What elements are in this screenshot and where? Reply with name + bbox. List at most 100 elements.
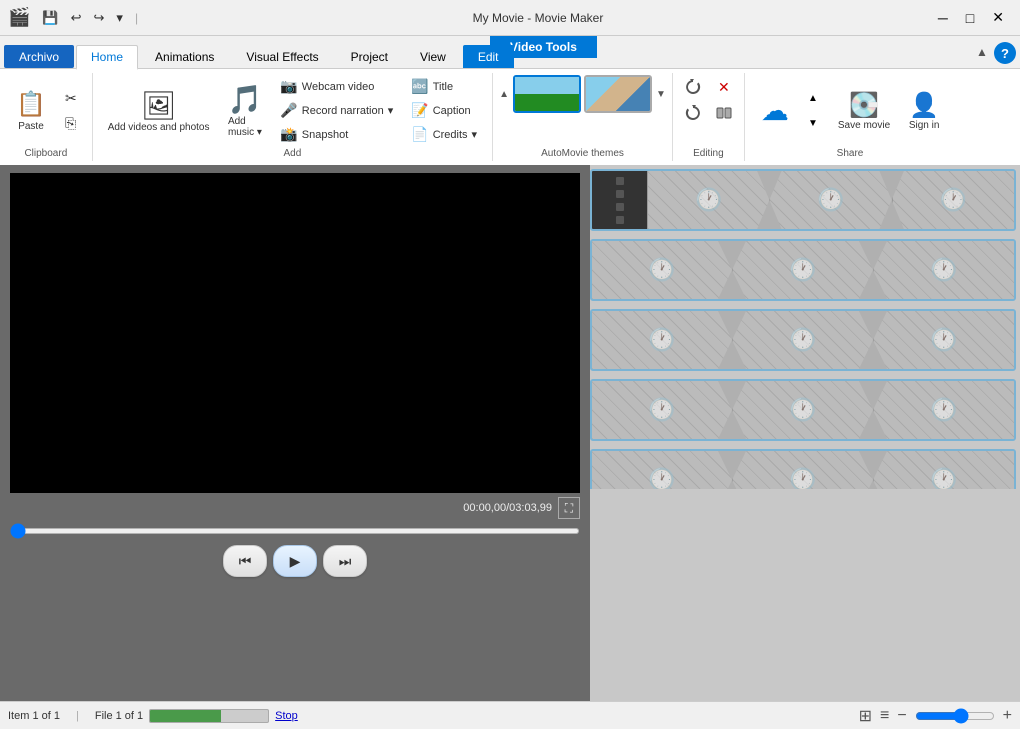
title-bar: 🎬 💾 ↩ ↪ ▾ | My Movie - Movie Maker ─ □ ✕ [0,0,1020,36]
tab-home[interactable]: Home [76,45,138,70]
tab-view[interactable]: View [405,45,461,68]
clipboard-label: Clipboard [24,148,67,159]
status-icon-2[interactable]: ≡ [880,707,889,725]
tab-edit[interactable]: Edit [463,45,514,68]
ribbon-content: 📋 Paste ✂ ⎘ Clipboard 🖼 Add [0,68,1020,165]
clock-icon: 🕐 [940,187,967,213]
clock-icon: 🕐 [648,397,675,423]
record-narration-button[interactable]: 🎤 Record narration ▾ [273,99,400,122]
sign-in-button[interactable]: 👤 Sign in [901,87,947,135]
share-label: Share [837,148,864,159]
ribbon-group-share: ☁ ▲ ▼ 💽 Save movie [745,73,955,161]
add-label: Add [284,148,302,159]
snapshot-button[interactable]: 📸 Snapshot [273,123,400,146]
clock-icon: 🕐 [648,327,675,353]
clock-icon: 🕐 [817,187,844,213]
record-narration-arrow: ▾ [388,104,394,117]
themes-scroll-up[interactable]: ▲ [497,87,511,102]
tab-animations[interactable]: Animations [140,45,229,68]
paste-button[interactable]: 📋 Paste [8,86,54,136]
close-button[interactable]: ✕ [984,7,1012,28]
clock-icon: 🕐 [789,327,816,353]
tab-archivo[interactable]: Archivo [4,45,74,68]
redo-qat-button[interactable]: ↪ [90,8,109,28]
playback-controls: ⏮ ▶ ⏭ [223,545,367,577]
add-music-icon: 🎵 [227,83,262,116]
status-icon-1[interactable]: ⊞ [859,706,872,726]
film-frame: 🕐 [592,451,732,489]
film-strip-5: 🕐 🕐 🕐 [590,449,1016,489]
timeline-panel: 🕐 🕐 🕐 🕐 🕐 [590,165,1020,701]
share-scroll-down[interactable]: ▼ [799,111,827,135]
stop-button[interactable]: Stop [275,710,298,722]
film-frame: 🕐 [769,171,891,229]
minimize-button[interactable]: ─ [930,7,956,28]
prev-frame-button[interactable]: ⏮ [223,545,267,577]
app-logo-icon: 🎬 [8,7,30,28]
window-title: My Movie - Movie Maker [146,11,930,25]
theme-thumb-beach[interactable] [584,75,652,113]
credits-arrow: ▾ [472,128,478,141]
expand-preview-button[interactable]: ⛶ [558,497,580,519]
item-info: Item 1 of 1 [8,710,60,722]
rotate-right-button[interactable] [679,101,707,125]
caption-button[interactable]: 📝 Caption [404,99,484,122]
save-qat-button[interactable]: 💾 [38,8,62,28]
film-strip-2: 🕐 🕐 🕐 [590,239,1016,301]
ribbon-nav-up[interactable]: ▲ [972,42,992,62]
quick-access-toolbar: 💾 ↩ ↪ ▾ | [38,8,138,28]
sign-in-icon: 👤 [909,91,939,120]
help-button[interactable]: ? [994,42,1016,64]
theme-thumb-sky[interactable] [513,75,581,113]
file-info: File 1 of 1 [95,710,143,722]
save-to-cloud-button[interactable]: ☁ [753,90,797,131]
rotate-left-button[interactable] [679,75,707,99]
tab-project[interactable]: Project [336,45,403,68]
undo-qat-button[interactable]: ↩ [67,8,86,28]
film-frame: 🕐 [592,311,732,369]
seek-slider[interactable] [10,528,580,534]
film-hole [616,190,624,198]
zoom-out-button[interactable]: − [897,707,906,725]
film-frame: 🕐 [592,241,732,299]
progress-bar-fill [150,710,221,722]
clock-icon: 🕐 [789,467,816,489]
film-hole [616,216,624,224]
share-scroll-up[interactable]: ▲ [799,86,827,110]
webcam-video-button[interactable]: 📷 Webcam video [273,75,400,98]
caption-icon: 📝 [411,102,428,119]
split-button[interactable] [710,101,738,125]
clock-icon: 🕐 [789,397,816,423]
themes-scroll-down[interactable]: ▼ [654,87,668,102]
timeline-scroll[interactable]: 🕐 🕐 🕐 🕐 🕐 [590,165,1020,701]
preview-time: 00:00,00/03:03,99 ⛶ [10,497,580,519]
remove-button[interactable]: ✕ [710,75,738,99]
maximize-button[interactable]: □ [958,7,982,28]
cut-icon: ✂ [65,90,77,107]
zoom-in-button[interactable]: + [1003,707,1012,725]
add-music-button[interactable]: 🎵 Addmusic ▾ [220,79,269,142]
credits-icon: 📄 [411,126,428,143]
video-preview [10,173,580,493]
snapshot-icon: 📸 [280,126,297,143]
film-frame: 🕐 [873,241,1014,299]
main-area: 00:00,00/03:03,99 ⛶ ⏮ ▶ ⏭ [0,165,1020,701]
ribbon-group-editing: ✕ E [673,73,745,161]
next-frame-button[interactable]: ⏭ [323,545,367,577]
cut-button[interactable]: ✂ [58,87,84,110]
add-videos-button[interactable]: 🖼 Add videos and photos [101,85,217,137]
copy-button[interactable]: ⎘ [58,112,84,135]
film-hole [616,203,624,211]
title-button[interactable]: 🔤 Title [404,75,484,98]
save-movie-button[interactable]: 💽 Save movie [831,87,897,135]
clock-icon: 🕐 [930,327,957,353]
film-frame: 🕐 [647,171,769,229]
customize-qat-button[interactable]: ▾ [112,8,127,28]
title-icon: 🔤 [411,78,428,95]
credits-button[interactable]: 📄 Credits ▾ [404,123,484,146]
ribbon-group-clipboard: 📋 Paste ✂ ⎘ Clipboard [0,73,93,161]
add-videos-icon: 🖼 [141,89,177,122]
tab-visual-effects[interactable]: Visual Effects [231,45,333,68]
zoom-slider[interactable] [915,708,995,724]
play-button[interactable]: ▶ [273,545,317,577]
